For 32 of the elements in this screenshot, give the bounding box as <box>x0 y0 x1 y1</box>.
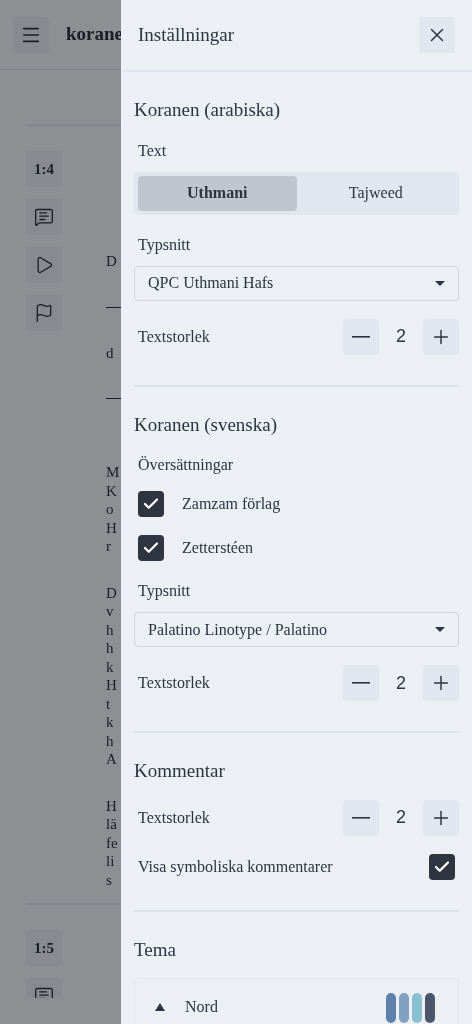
verse-number-button[interactable]: 1:5 <box>26 930 62 966</box>
setting-label: Typsnitt <box>138 234 192 256</box>
paragraph: H lä fe li s <box>106 796 118 889</box>
section-title: Koranen (arabiska) <box>134 98 282 122</box>
setting-label: Typsnitt <box>138 581 192 602</box>
setting-label: Textstorlek <box>138 673 210 693</box>
setting-label: Översättningar <box>138 455 235 476</box>
theme-name: Nord <box>185 997 218 1017</box>
size-value: 2 <box>395 325 407 348</box>
size-value: 2 <box>395 806 407 829</box>
setting-label: Text <box>138 140 168 161</box>
verse-number-button[interactable]: 1:4 <box>26 151 62 187</box>
translation-label: Zamzam förlag <box>182 494 281 515</box>
segment-tab[interactable]: Uthmani <box>138 175 297 211</box>
font-select[interactable]: Palatino Linotype / Palatino <box>134 612 459 647</box>
section-title: Tema <box>134 937 177 962</box>
app-title: korane <box>66 22 123 47</box>
section-title: Koranen (svenska) <box>134 412 278 437</box>
theme-card[interactable]: Nord <box>134 978 459 1024</box>
paragraph: M K o H r <box>106 463 120 556</box>
section-title: Kommentar <box>134 759 226 783</box>
size-value: 2 <box>395 671 407 695</box>
font-select[interactable]: QPC Uthmani Hafs <box>134 265 459 301</box>
paragraph: D v h h k H t k h A <box>106 583 117 769</box>
setting-label: Textstorlek <box>138 807 210 828</box>
setting-label: Textstorlek <box>138 326 210 347</box>
translation-label: Zetterstéen <box>182 538 254 558</box>
drawer-title: Inställningar <box>138 22 235 47</box>
verse-text: D <box>106 252 117 271</box>
setting-label: Visa symboliska kommentarer <box>138 856 333 878</box>
verse-text: d <box>106 343 114 362</box>
segment-tab[interactable]: Tajweed <box>296 175 455 211</box>
